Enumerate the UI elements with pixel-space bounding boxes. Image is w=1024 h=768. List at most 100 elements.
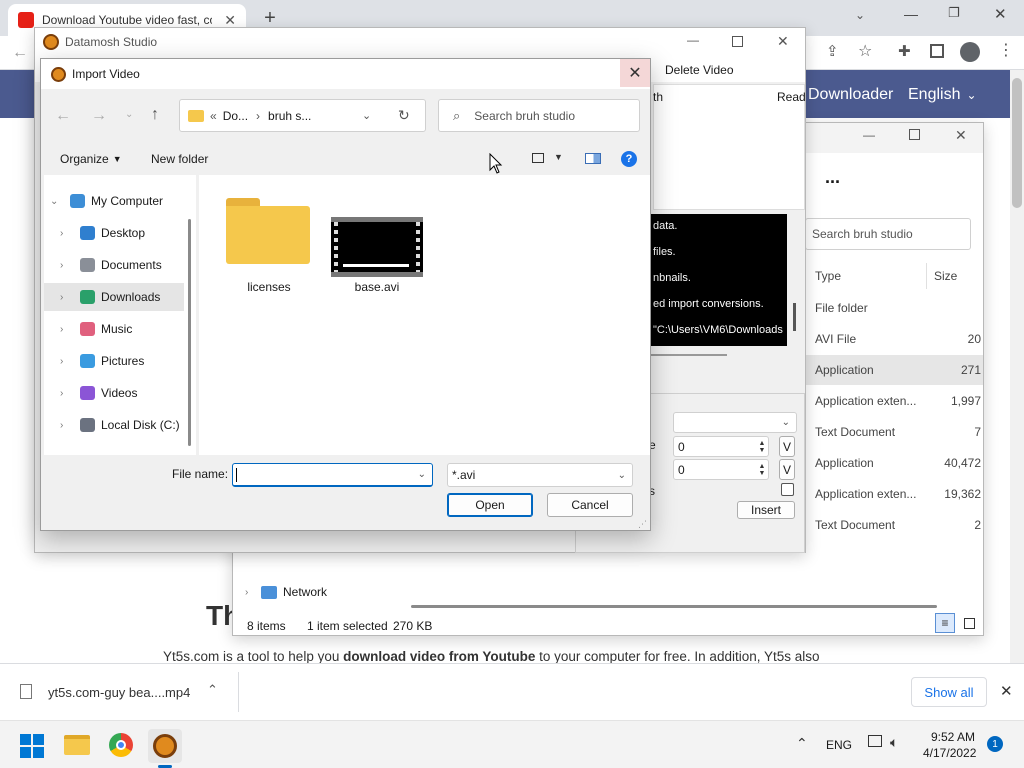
- nav-downloader-link[interactable]: Downloader: [808, 86, 893, 104]
- address-bar[interactable]: « Do... › bruh s... ⌄ ↻: [179, 99, 426, 132]
- notification-badge[interactable]: 1: [987, 736, 1003, 752]
- explorer-file-row[interactable]: Text Document 2: [805, 510, 983, 540]
- explorer-minimize-icon[interactable]: —: [863, 128, 875, 142]
- back-arrow-icon[interactable]: ←: [55, 107, 71, 125]
- nav-scrollbar[interactable]: [188, 219, 191, 446]
- nav-item-desktop[interactable]: › Desktop: [44, 219, 184, 247]
- volume-icon[interactable]: 🔈︎: [890, 734, 898, 751]
- mode-select[interactable]: ⌄: [673, 412, 797, 433]
- page-scrollbar-thumb[interactable]: [1012, 78, 1022, 208]
- explorer-file-row[interactable]: Application 40,472: [805, 448, 983, 478]
- network-tray-icon[interactable]: [868, 735, 882, 747]
- collapsed-chevron-icon[interactable]: ›: [60, 356, 74, 367]
- preview-pane-icon[interactable]: [585, 153, 601, 164]
- console-scroll-thumb[interactable]: [793, 303, 796, 331]
- browser-close-icon[interactable]: ✕: [994, 5, 1007, 23]
- clock-time[interactable]: 9:52 AM: [931, 730, 975, 744]
- explorer-file-row[interactable]: Application exten... 19,362: [805, 479, 983, 509]
- resize-grip-icon[interactable]: ⋰: [638, 519, 647, 530]
- language-indicator[interactable]: ENG: [826, 738, 852, 752]
- insert-button[interactable]: Insert: [737, 501, 795, 519]
- cancel-button[interactable]: Cancel: [547, 493, 633, 517]
- organize-button[interactable]: Organize ▼: [60, 152, 122, 166]
- nav-item-downloads[interactable]: › Downloads: [44, 283, 184, 311]
- nav-item-my-computer[interactable]: ⌄ My Computer: [44, 187, 184, 215]
- breadcrumb-item-bruh-studio[interactable]: bruh s...: [268, 109, 311, 123]
- end-frame-stepper[interactable]: ▲ ▼: [755, 460, 769, 479]
- filename-input[interactable]: ⌄: [232, 463, 433, 487]
- collapsed-chevron-icon[interactable]: ›: [60, 420, 74, 431]
- download-chevron-up-icon[interactable]: ⌃: [207, 682, 218, 698]
- datamosh-taskbar-icon[interactable]: [148, 729, 182, 763]
- nav-item-documents[interactable]: › Documents: [44, 251, 184, 279]
- nav-item-pictures[interactable]: › Pictures: [44, 347, 184, 375]
- expanded-chevron-icon[interactable]: ⌄: [50, 196, 64, 207]
- clock-date[interactable]: 4/17/2022: [923, 746, 976, 760]
- explorer-search-input[interactable]: Search bruh studio: [805, 218, 971, 250]
- tray-chevron-up-icon[interactable]: ⌃: [796, 735, 808, 752]
- nav-item-music[interactable]: › Music: [44, 315, 184, 343]
- download-item-name[interactable]: yt5s.com-guy bea....mp4: [48, 685, 190, 700]
- dialog-close-button[interactable]: ✕: [620, 59, 650, 87]
- download-bar-close-icon[interactable]: ✕: [1000, 682, 1013, 700]
- extensions-icon[interactable]: ✚: [898, 42, 911, 60]
- collapsed-chevron-icon[interactable]: ›: [60, 260, 74, 271]
- tab-search-icon[interactable]: ⌄: [855, 8, 865, 22]
- column-type[interactable]: Type: [815, 269, 841, 283]
- filename-chevron-icon[interactable]: ⌄: [418, 469, 426, 480]
- start-frame-stepper[interactable]: ▲ ▼: [755, 437, 769, 456]
- recent-chevron-icon[interactable]: ⌄: [125, 109, 133, 120]
- datamosh-close-icon[interactable]: ✕: [777, 33, 789, 50]
- explorer-file-row[interactable]: Text Document 7: [805, 417, 983, 447]
- tiles-view-icon[interactable]: [964, 618, 975, 629]
- tab-close-icon[interactable]: ✕: [224, 12, 236, 29]
- help-icon[interactable]: ?: [621, 151, 637, 167]
- details-view-icon[interactable]: ≡: [935, 613, 955, 633]
- collapsed-chevron-icon[interactable]: ›: [60, 292, 74, 303]
- share-icon[interactable]: ⇪: [826, 42, 839, 60]
- datamosh-maximize-icon[interactable]: [732, 36, 743, 47]
- view-options-icon[interactable]: [532, 153, 544, 163]
- datamosh-minimize-icon[interactable]: —: [687, 33, 699, 47]
- collapsed-chevron-icon[interactable]: ›: [60, 228, 74, 239]
- explorer-file-row[interactable]: Application exten... 1,997: [805, 386, 983, 416]
- up-arrow-icon[interactable]: ↑: [151, 106, 159, 124]
- breadcrumb-item-downloads[interactable]: Do...: [223, 109, 248, 123]
- open-button[interactable]: Open: [447, 493, 533, 517]
- new-folder-button[interactable]: New folder: [151, 152, 208, 166]
- file-item-licenses[interactable]: licenses: [223, 193, 315, 297]
- start-button[interactable]: [20, 734, 44, 758]
- dialog-search-input[interactable]: ⌕ Search bruh studio: [438, 99, 640, 132]
- explorer-file-row[interactable]: Application 271: [805, 355, 983, 385]
- profile-avatar[interactable]: [960, 42, 980, 62]
- explorer-nav-network[interactable]: › Network: [245, 585, 327, 599]
- file-type-filter[interactable]: *.avi ⌄: [447, 463, 633, 487]
- back-icon[interactable]: ←: [12, 44, 28, 62]
- browser-minimize-icon[interactable]: —: [904, 6, 918, 22]
- explorer-file-row[interactable]: AVI File 20: [805, 324, 983, 354]
- browser-menu-icon[interactable]: ⋮: [998, 40, 1014, 60]
- side-panel-icon[interactable]: [930, 44, 944, 58]
- explorer-more-icon[interactable]: ...: [825, 167, 840, 188]
- chrome-taskbar-icon[interactable]: [109, 733, 133, 757]
- explorer-close-icon[interactable]: ✕: [955, 127, 967, 144]
- collapsed-chevron-icon[interactable]: ›: [60, 324, 74, 335]
- column-size[interactable]: Size: [934, 269, 957, 283]
- option-checkbox[interactable]: [781, 483, 794, 496]
- file-item-base-avi[interactable]: base.avi: [329, 193, 425, 297]
- address-chevron-icon[interactable]: ⌄: [362, 109, 371, 122]
- refresh-icon[interactable]: ↻: [398, 107, 410, 124]
- delete-video-menu[interactable]: Delete Video: [665, 63, 734, 77]
- explorer-file-row[interactable]: File folder: [805, 293, 983, 323]
- forward-arrow-icon[interactable]: →: [91, 107, 107, 125]
- start-frame-v-button[interactable]: V: [779, 436, 795, 457]
- explorer-hscrollbar[interactable]: [411, 605, 937, 608]
- nav-item-videos[interactable]: › Videos: [44, 379, 184, 407]
- nav-item-local-disk-c[interactable]: › Local Disk (C:): [44, 411, 184, 439]
- show-all-button[interactable]: Show all: [911, 677, 987, 707]
- view-chevron-icon[interactable]: ▼: [554, 152, 563, 162]
- console-hscroll[interactable]: [651, 354, 727, 356]
- explorer-maximize-icon[interactable]: [909, 129, 920, 140]
- end-frame-v-button[interactable]: V: [779, 459, 795, 480]
- bookmark-star-icon[interactable]: ☆: [858, 41, 872, 61]
